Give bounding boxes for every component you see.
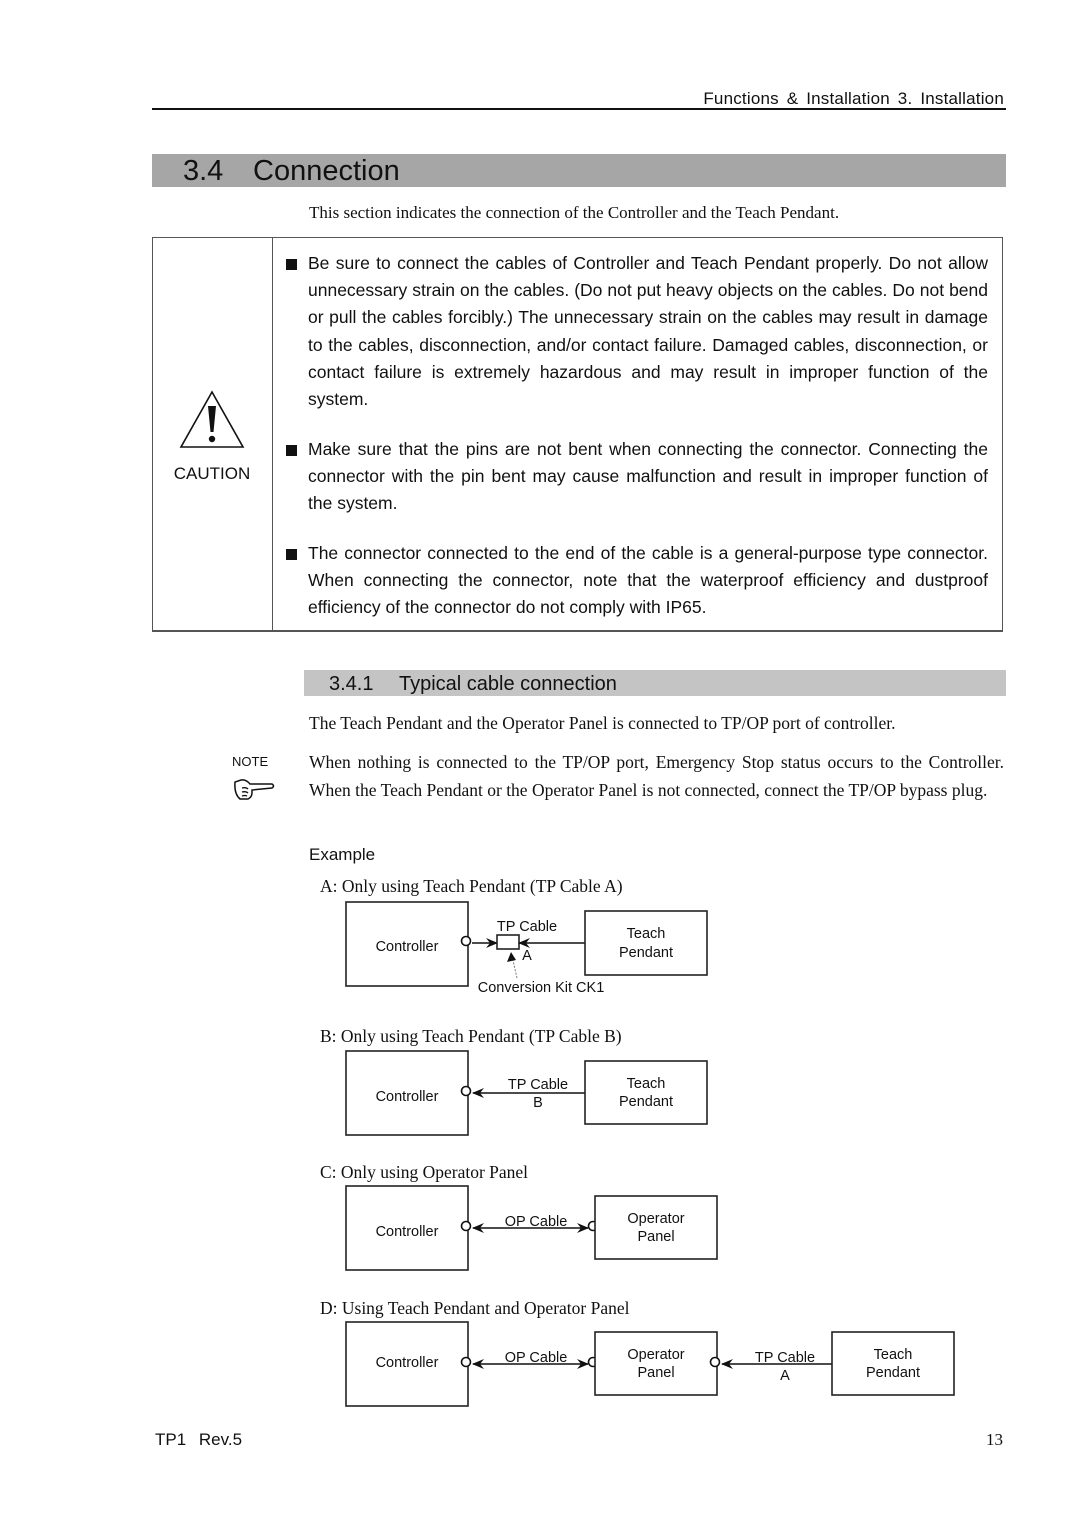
diagram-c: Controller OP Cable Operator Panel	[345, 1185, 718, 1271]
controller-port	[460, 935, 472, 947]
operator-panel-box	[594, 1195, 718, 1260]
teach-pendant-box	[831, 1331, 955, 1396]
diagram-b: Controller TP Cable B Teach Pendant	[345, 1050, 708, 1136]
device-label-line1: Teach	[874, 1347, 913, 1363]
device-label-line1: Teach	[627, 1076, 666, 1092]
controller-label: Controller	[376, 939, 439, 955]
tp-cable-suffix: A	[522, 948, 532, 964]
device-label-line1: Operator	[627, 1211, 684, 1227]
operator-panel-box	[594, 1331, 718, 1396]
panel-label-line2: Panel	[637, 1365, 674, 1381]
device-label-line2: Pendant	[619, 945, 673, 961]
conversion-kit-box	[496, 934, 520, 950]
tp-cable-suffix: A	[780, 1368, 790, 1384]
device-label-line1: Teach	[627, 926, 666, 942]
panel-label-line1: Operator	[627, 1347, 684, 1363]
controller-label: Controller	[376, 1355, 439, 1371]
diagram-a: Controller TP Cable A Conversion Kit CK1…	[345, 901, 708, 996]
controller-port	[460, 1220, 472, 1232]
footer-doc-id: TP1 Rev.5	[155, 1430, 243, 1449]
controller-label: Controller	[376, 1224, 439, 1240]
controller-port	[460, 1356, 472, 1368]
controller-port	[460, 1085, 472, 1097]
teach-pendant-box	[584, 1060, 708, 1125]
conversion-kit-label: Conversion Kit CK1	[478, 980, 605, 996]
controller-label: Controller	[376, 1089, 439, 1105]
panel-port-right	[709, 1356, 721, 1368]
kit-pointer-arrow	[507, 952, 516, 962]
device-label-line2: Panel	[637, 1229, 674, 1245]
connection-diagrams: Controller TP Cable A Conversion Kit CK1…	[345, 901, 955, 1407]
device-label-line2: Pendant	[866, 1365, 920, 1381]
op-cable-label: OP Cable	[505, 1350, 568, 1366]
tp-cable-label: TP Cable	[755, 1350, 815, 1366]
tp-cable-label: TP Cable	[497, 919, 557, 935]
page-number: 13	[986, 1430, 1003, 1449]
diagram-d: Controller OP Cable Operator Panel TP Ca…	[345, 1321, 955, 1407]
tp-cable-suffix: B	[533, 1095, 543, 1111]
tp-cable-label: TP Cable	[508, 1077, 568, 1093]
device-label-line2: Pendant	[619, 1094, 673, 1110]
op-cable-label: OP Cable	[505, 1214, 568, 1230]
teach-pendant-box	[584, 910, 708, 976]
